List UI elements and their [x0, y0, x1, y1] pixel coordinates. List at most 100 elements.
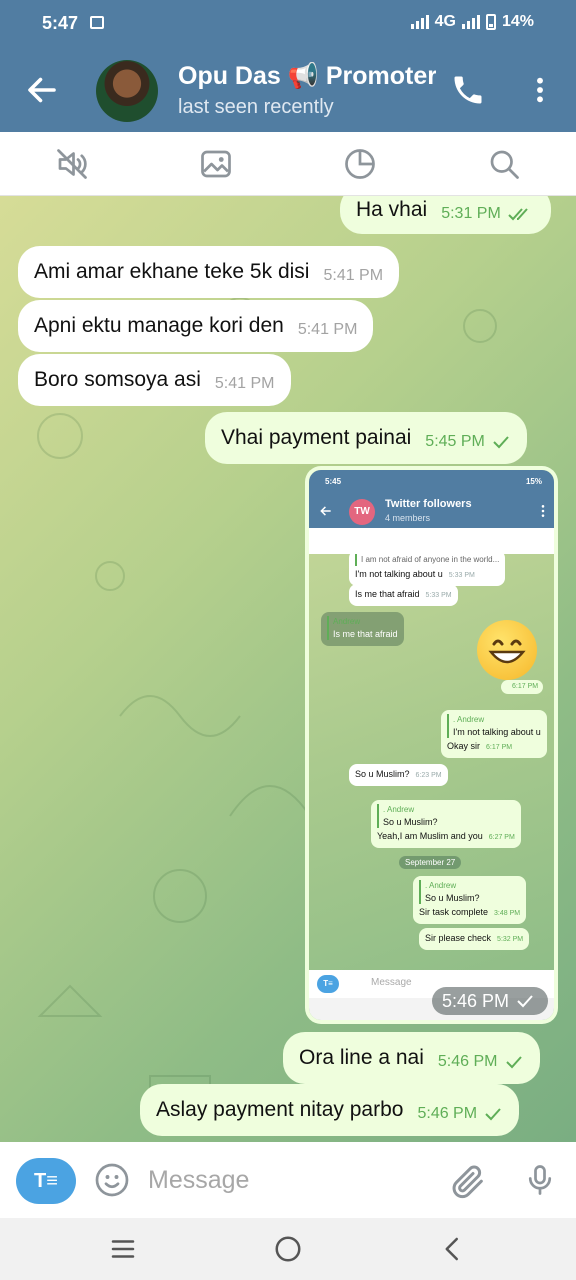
- mini-time: 5:33 PM: [425, 592, 452, 599]
- grinning-emoji: [477, 620, 537, 680]
- home-icon[interactable]: [273, 1234, 303, 1264]
- notification-icon: [90, 16, 104, 29]
- message-text: Aslay payment nitay parbo: [156, 1098, 404, 1121]
- chat-header: Opu Das 📢 Promoter last seen recently: [0, 48, 576, 132]
- message-bubble-out[interactable]: Ha vhai 5:31 PM: [340, 196, 551, 234]
- mini-message: . Andrew I'm not talking about u Okay sir…: [441, 710, 547, 758]
- mini-time: 6:17 PM: [512, 683, 539, 690]
- mini-message: . Andrew So u Muslim? Sir task complete 3:…: [413, 876, 527, 924]
- contact-avatar[interactable]: [96, 60, 158, 122]
- microphone-icon[interactable]: [522, 1160, 558, 1200]
- message-time: 5:46 PM: [417, 1105, 478, 1122]
- mini-quote-name: . Andrew: [453, 715, 485, 724]
- mini-text: Sir please check: [425, 933, 492, 943]
- mini-text: I'm not talking about u: [355, 569, 443, 579]
- mini-message: Sir please check 5:32 PM: [419, 928, 530, 950]
- message-bubble-out[interactable]: Aslay payment nitay parbo 5:46 PM: [140, 1084, 520, 1136]
- mini-input-placeholder: Message: [371, 977, 412, 988]
- chat-action-bar: [0, 132, 576, 196]
- message-text: Apni ektu manage kori den: [34, 314, 284, 337]
- mini-status-battery: 15%: [525, 477, 542, 486]
- message-time: 5:45 PM: [425, 433, 485, 450]
- mini-time: 3:48 PM: [494, 910, 521, 917]
- mini-date-separator: September 27: [399, 856, 462, 869]
- attach-icon[interactable]: [448, 1162, 488, 1202]
- message-text: Vhai payment painai: [221, 426, 412, 449]
- mini-group-subtitle: 4 members: [385, 513, 431, 523]
- status-bar: 5:47 4G 14%: [0, 0, 576, 48]
- mute-icon[interactable]: [54, 146, 90, 182]
- message-bubble-in[interactable]: Ami amar ekhane teke 5k disi 5:41 PM: [18, 246, 400, 298]
- mini-group-avatar: TW: [349, 499, 375, 525]
- mini-quote: . Andrew I'm not talking about u: [447, 714, 541, 738]
- search-icon[interactable]: [486, 146, 522, 182]
- mini-text: Is me that afraid: [333, 629, 398, 639]
- mini-quote-text: So u Muslim?: [383, 817, 438, 827]
- mini-text: Okay sir: [447, 741, 481, 751]
- battery-icon: [485, 14, 496, 30]
- message-text: Ha vhai: [356, 198, 428, 221]
- embedded-screenshot[interactable]: 5:45 15% TW Twitter followers 4 members …: [309, 470, 554, 1020]
- check-icon: [493, 436, 509, 449]
- back-arrow-icon[interactable]: [24, 72, 60, 108]
- last-seen-status: last seen recently: [178, 96, 334, 118]
- mini-time: 6:23 PM: [415, 772, 442, 779]
- mini-text: Is me that afraid: [355, 589, 420, 599]
- mini-quote-text: So u Muslim?: [425, 893, 480, 903]
- mini-time: 5:33 PM: [448, 572, 475, 579]
- back-nav-icon[interactable]: [438, 1234, 468, 1264]
- mini-status-time: 5:45: [325, 477, 342, 486]
- mini-more-icon: [541, 505, 545, 517]
- mini-text: Yeah,I am Muslim and you: [377, 831, 483, 841]
- media-icon[interactable]: [198, 146, 234, 182]
- photo-time-badge: 5:46 PM: [432, 987, 548, 1015]
- mini-time: 5:32 PM: [497, 936, 524, 943]
- message-time: 5:41 PM: [297, 321, 358, 338]
- photo-message[interactable]: 5:45 15% TW Twitter followers 4 members …: [305, 466, 558, 1024]
- mini-quote: . Andrew So u Muslim?: [377, 804, 515, 828]
- mini-back-icon: [320, 506, 331, 516]
- phone-call-icon[interactable]: [450, 72, 486, 108]
- message-text: Boro somsoya asi: [34, 368, 201, 391]
- mini-text: Sir task complete: [419, 907, 489, 917]
- mini-status-bar: 5:45 15%: [309, 470, 554, 494]
- mini-message: Is me that afraid 5:33 PM: [349, 584, 458, 606]
- message-time: 5:31 PM: [441, 205, 501, 222]
- mini-quote-text: I'm not talking about u: [453, 727, 541, 737]
- message-bubble-in[interactable]: Boro somsoya asi 5:41 PM: [18, 354, 291, 406]
- mini-message: 6:17 PM: [501, 680, 544, 694]
- message-input-bar: T≡ Message: [0, 1142, 576, 1218]
- message-time: 5:46 PM: [437, 1053, 498, 1070]
- mini-time: 6:27 PM: [488, 834, 515, 841]
- photo-time: 5:46 PM: [442, 990, 510, 1011]
- mini-message: I am not afraid of anyone in the world..…: [349, 550, 506, 586]
- message-bubble-in[interactable]: Apni ektu manage kori den 5:41 PM: [18, 300, 374, 352]
- system-nav-bar: [0, 1218, 576, 1280]
- mini-chat-header: TW Twitter followers 4 members: [309, 494, 554, 528]
- emoji-icon[interactable]: [94, 1162, 130, 1198]
- history-icon[interactable]: [342, 146, 378, 182]
- check-icon: [517, 995, 533, 1008]
- mini-quote-name: . Andrew: [425, 881, 457, 890]
- contact-name[interactable]: Opu Das 📢 Promoter: [178, 62, 436, 91]
- message-bubble-out[interactable]: Vhai payment painai 5:45 PM: [205, 412, 527, 464]
- mini-text: So u Muslim?: [355, 769, 410, 779]
- mini-quote: I am not afraid of anyone in the world..…: [355, 554, 499, 566]
- mini-message: Andrew Is me that afraid: [321, 612, 404, 646]
- more-options-icon[interactable]: [524, 72, 556, 108]
- mini-format-button: T≡: [317, 975, 339, 993]
- mini-quote-name: . Andrew: [383, 805, 415, 814]
- message-text: Ami amar ekhane teke 5k disi: [34, 260, 310, 283]
- check-icon: [505, 1056, 522, 1069]
- message-time: 5:41 PM: [323, 267, 384, 284]
- message-bubble-out[interactable]: Ora line a nai 5:46 PM: [283, 1032, 540, 1084]
- message-time: 5:41 PM: [214, 375, 275, 392]
- mini-quote: Andrew Is me that afraid: [327, 616, 398, 640]
- mini-quote: . Andrew So u Muslim?: [419, 880, 520, 904]
- recent-apps-icon[interactable]: [108, 1234, 138, 1264]
- double-check-icon: [508, 208, 528, 221]
- format-button[interactable]: T≡: [16, 1158, 76, 1204]
- message-input[interactable]: Message: [148, 1166, 249, 1195]
- mini-group-title: Twitter followers: [385, 498, 472, 510]
- chat-area[interactable]: Ha vhai 5:31 PM Ami amar ekhane teke 5k …: [0, 196, 576, 1142]
